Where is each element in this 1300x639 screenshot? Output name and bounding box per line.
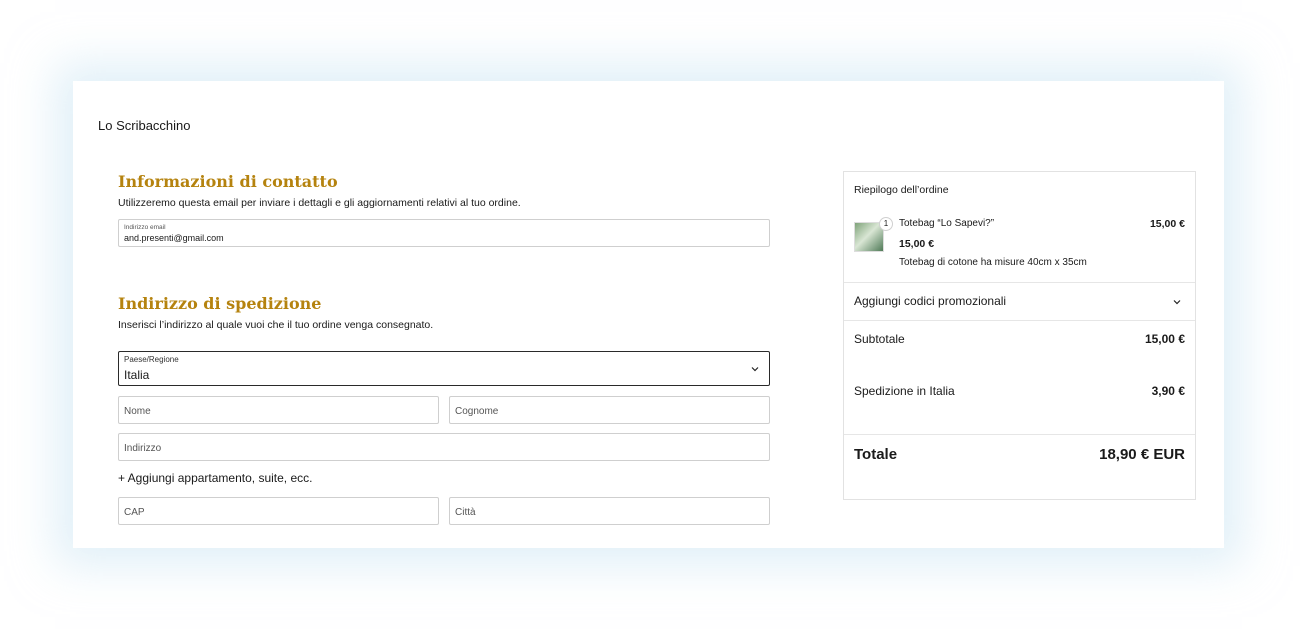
shipping-cost-value: 3,90 €	[1151, 384, 1185, 398]
chevron-down-icon[interactable]	[1173, 298, 1181, 306]
first-name-placeholder: Nome	[124, 406, 151, 417]
store-name[interactable]: Lo Scribacchino	[98, 118, 191, 133]
checkout-card: Lo Scribacchino Informazioni di contatto…	[73, 81, 1224, 548]
contact-heading: Informazioni di contatto	[118, 172, 338, 191]
country-label: Paese/Regione	[124, 355, 179, 364]
zip-field[interactable]: CAP	[118, 497, 439, 525]
item-unit-price: 15,00 €	[899, 238, 935, 250]
country-value[interactable]: Italia	[124, 368, 149, 382]
item-line-total: 15,00 €	[1149, 218, 1185, 230]
email-value[interactable]: and.presenti@gmail.com	[124, 233, 224, 243]
item-name: Totebag “Lo Sapevi?”	[899, 218, 995, 229]
total-label: Totale	[854, 446, 898, 463]
last-name-placeholder: Cognome	[455, 406, 499, 417]
city-placeholder: Città	[455, 507, 476, 518]
promo-codes-toggle[interactable]: Aggiungi codici promozionali	[854, 294, 1006, 308]
zip-placeholder: CAP	[124, 507, 145, 518]
first-name-field[interactable]: Nome	[118, 396, 439, 424]
last-name-field[interactable]: Cognome	[449, 396, 770, 424]
email-field[interactable]: Indirizzo email and.presenti@gmail.com	[118, 219, 770, 247]
country-select[interactable]: Paese/Regione Italia	[118, 351, 770, 386]
order-summary: Riepilogo dell’ordine 1 Totebag “Lo Sape…	[843, 171, 1196, 500]
divider	[844, 434, 1195, 435]
quantity-badge: 1	[879, 217, 893, 231]
subtotal-value: 15,00 €	[1144, 332, 1185, 346]
city-field[interactable]: Città	[449, 497, 770, 525]
item-description: Totebag di cotone ha misure 40cm x 35cm	[899, 257, 1087, 268]
total-value: 18,90 € EUR	[1099, 446, 1185, 463]
divider	[844, 282, 1195, 283]
address-field[interactable]: Indirizzo	[118, 433, 770, 461]
shipping-cost-label: Spedizione in Italia	[854, 384, 955, 398]
shipping-description: Inserisci l’indirizzo al quale vuoi che …	[118, 319, 434, 331]
add-apartment-link[interactable]: + Aggiungi appartamento, suite, ecc.	[118, 471, 312, 485]
email-label: Indirizzo email	[124, 224, 166, 231]
summary-title: Riepilogo dell’ordine	[854, 184, 949, 196]
address-placeholder: Indirizzo	[124, 443, 162, 454]
subtotal-label: Subtotale	[854, 332, 905, 346]
divider	[844, 320, 1195, 321]
contact-description: Utilizzeremo questa email per inviare i …	[118, 197, 521, 209]
chevron-down-icon[interactable]	[751, 365, 759, 373]
shipping-heading: Indirizzo di spedizione	[118, 294, 322, 313]
